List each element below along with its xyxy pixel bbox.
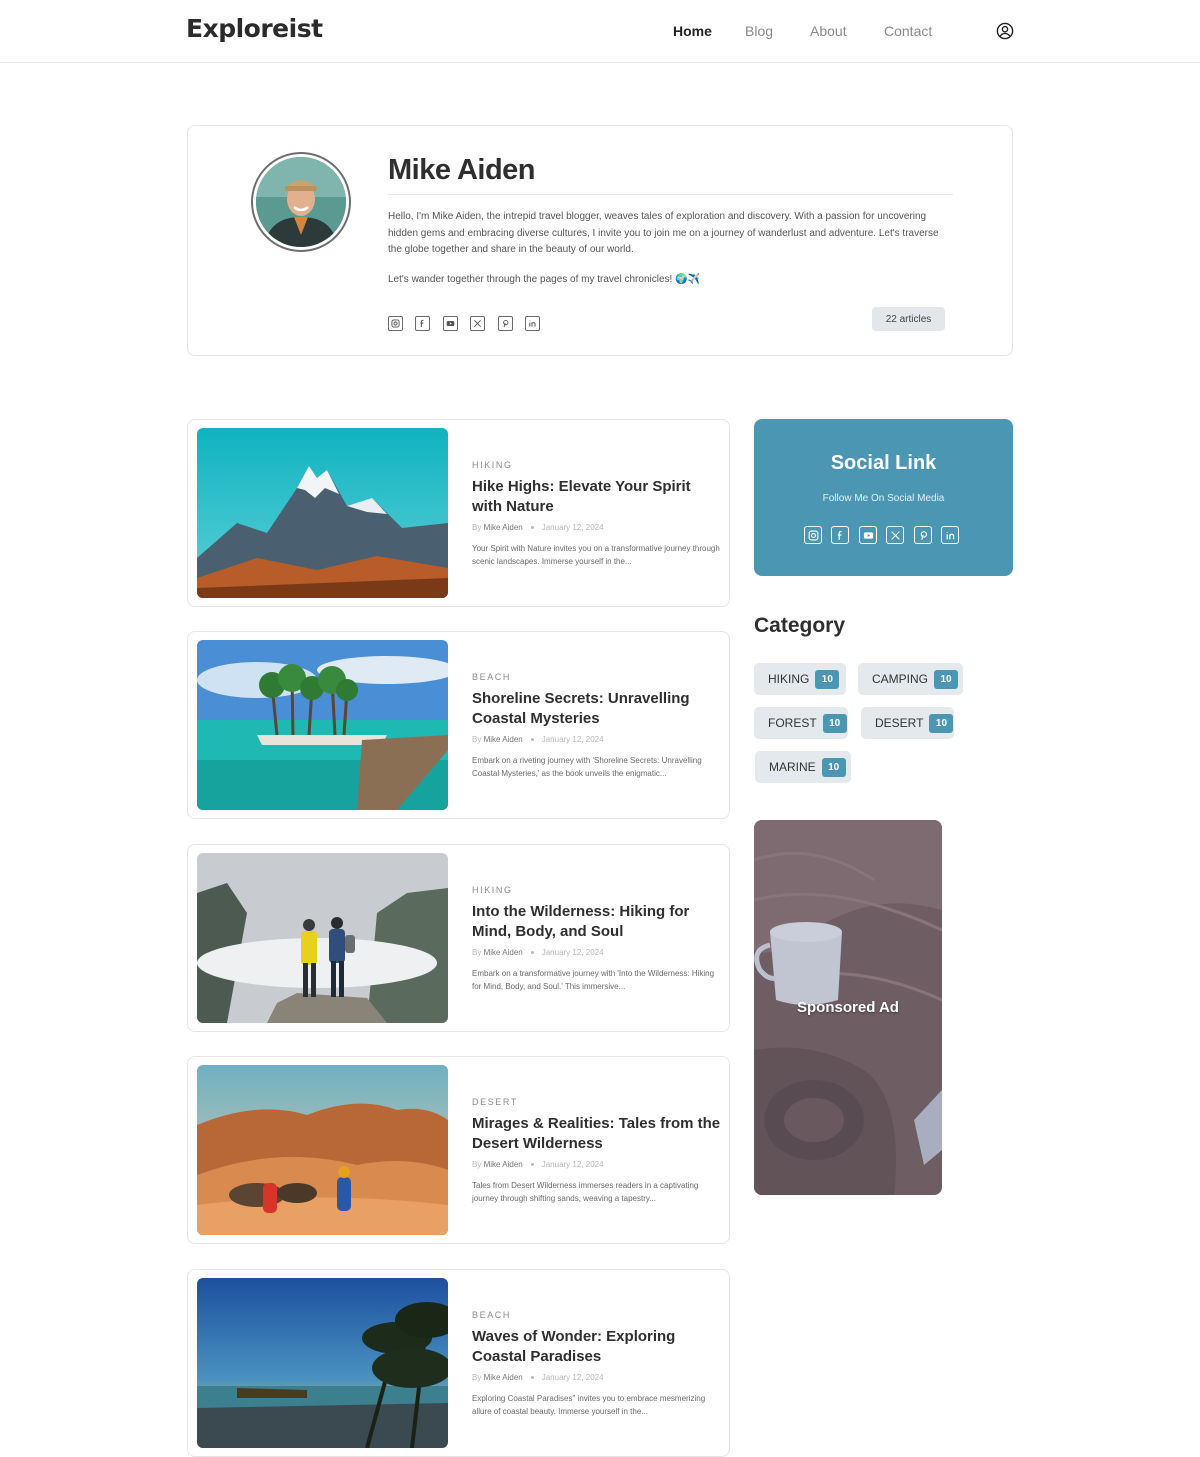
linkedin-icon[interactable] — [525, 316, 540, 331]
category-count: 10 — [815, 669, 840, 689]
post-excerpt: Exploring Coastal Paradises" invites you… — [472, 1394, 706, 1416]
post-card[interactable]: BEACH Shoreline Secrets: Unravelling Coa… — [187, 631, 730, 819]
social-link-subtitle: Follow Me On Social Media — [822, 493, 945, 504]
post-image[interactable] — [197, 1278, 448, 1448]
nav-item-home[interactable]: Home — [673, 23, 712, 39]
post-excerpt: Your Spirit with Nature invites you on a… — [472, 544, 720, 566]
youtube-icon[interactable] — [859, 526, 877, 544]
category-count: 10 — [822, 713, 847, 733]
author-tagline: Let's wander together through the pages … — [388, 274, 700, 285]
post-date: January 12, 2024 — [541, 948, 604, 957]
post-category[interactable]: BEACH — [472, 672, 511, 682]
post-category[interactable]: HIKING — [472, 460, 513, 470]
youtube-icon[interactable] — [443, 316, 458, 331]
post-title[interactable]: Waves of Wonder: Exploring Coastal Parad… — [472, 1327, 722, 1367]
category-count: 10 — [934, 669, 959, 689]
social-link-widget: Social Link Follow Me On Social Media — [754, 419, 1013, 576]
post-category[interactable]: HIKING — [472, 885, 513, 895]
category-chip-camping[interactable]: CAMPING 10 — [858, 663, 963, 695]
post-title[interactable]: Shoreline Secrets: Unravelling Coastal M… — [472, 689, 722, 729]
post-author[interactable]: Mike Aiden — [484, 523, 523, 532]
post-meta: By Mike Aiden January 12, 2024 — [472, 523, 604, 532]
post-card[interactable]: HIKING Into the Wilderness: Hiking for M… — [187, 844, 730, 1032]
post-date: January 12, 2024 — [541, 523, 604, 532]
post-excerpt: Embark on a transformative journey with … — [472, 969, 715, 991]
post-image[interactable] — [197, 1065, 448, 1235]
category-count: 10 — [821, 757, 846, 777]
pinterest-icon[interactable] — [914, 526, 932, 544]
x-icon[interactable] — [886, 526, 904, 544]
instagram-icon[interactable] — [388, 316, 403, 331]
post-date: January 12, 2024 — [541, 735, 604, 744]
post-author[interactable]: Mike Aiden — [484, 1373, 523, 1382]
post-card[interactable]: HIKING Hike Highs: Elevate Your Spirit w… — [187, 419, 730, 607]
sponsored-ad[interactable]: Sponsored Ad — [754, 820, 942, 1195]
category-title: Category — [754, 614, 846, 637]
post-card[interactable]: BEACH Waves of Wonder: Exploring Coastal… — [187, 1269, 730, 1457]
post-author[interactable]: Mike Aiden — [484, 1160, 523, 1169]
author-card: Mike Aiden Hello, I'm Mike Aiden, the in… — [187, 125, 1013, 356]
post-image[interactable] — [197, 853, 448, 1023]
author-name: Mike Aiden — [388, 154, 536, 186]
x-icon[interactable] — [470, 316, 485, 331]
pinterest-icon[interactable] — [498, 316, 513, 331]
post-category[interactable]: BEACH — [472, 1310, 511, 1320]
post-title[interactable]: Into the Wilderness: Hiking for Mind, Bo… — [472, 902, 722, 942]
post-image[interactable] — [197, 428, 448, 598]
post-meta: By Mike Aiden January 12, 2024 — [472, 948, 604, 957]
nav-item-about[interactable]: About — [810, 23, 847, 39]
post-image[interactable] — [197, 640, 448, 810]
social-link-title: Social Link — [830, 452, 937, 474]
post-meta: By Mike Aiden January 12, 2024 — [472, 1160, 604, 1169]
post-meta: By Mike Aiden January 12, 2024 — [472, 1373, 604, 1382]
category-chip-desert[interactable]: DESERT 10 — [861, 707, 954, 739]
articles-count-badge: 22 articles — [872, 307, 945, 331]
category-chip-hiking[interactable]: HIKING 10 — [754, 663, 846, 695]
facebook-icon[interactable] — [831, 526, 849, 544]
post-date: January 12, 2024 — [541, 1160, 604, 1169]
post-meta: By Mike Aiden January 12, 2024 — [472, 735, 604, 744]
site-header: Exploreist Home Blog About Contact — [0, 0, 1200, 63]
author-bio: Hello, I'm Mike Aiden, the intrepid trav… — [388, 211, 939, 255]
facebook-icon[interactable] — [415, 316, 430, 331]
post-author[interactable]: Mike Aiden — [484, 735, 523, 744]
instagram-icon[interactable] — [804, 526, 822, 544]
post-date: January 12, 2024 — [541, 1373, 604, 1382]
post-category[interactable]: DESERT — [472, 1097, 518, 1107]
nav-item-contact[interactable]: Contact — [884, 23, 932, 39]
post-title[interactable]: Mirages & Realities: Tales from the Dese… — [472, 1114, 722, 1154]
category-count: 10 — [929, 713, 954, 733]
category-chip-forest[interactable]: FOREST 10 — [754, 707, 848, 739]
post-excerpt: Tales from Desert Wilderness immerses re… — [472, 1181, 699, 1203]
post-title[interactable]: Hike Highs: Elevate Your Spirit with Nat… — [472, 477, 722, 517]
post-excerpt: Embark on a riveting journey with 'Shore… — [472, 756, 702, 778]
avatar — [251, 152, 351, 252]
linkedin-icon[interactable] — [941, 526, 959, 544]
brand-logo[interactable]: Exploreist — [186, 14, 323, 43]
post-author[interactable]: Mike Aiden — [484, 948, 523, 957]
category-chip-marine[interactable]: MARINE 10 — [755, 751, 851, 783]
nav-item-blog[interactable]: Blog — [745, 23, 773, 39]
divider — [388, 194, 953, 195]
user-circle-icon[interactable] — [996, 22, 1014, 40]
post-card[interactable]: DESERT Mirages & Realities: Tales from t… — [187, 1056, 730, 1244]
sponsored-ad-label: Sponsored Ad — [797, 999, 899, 1016]
